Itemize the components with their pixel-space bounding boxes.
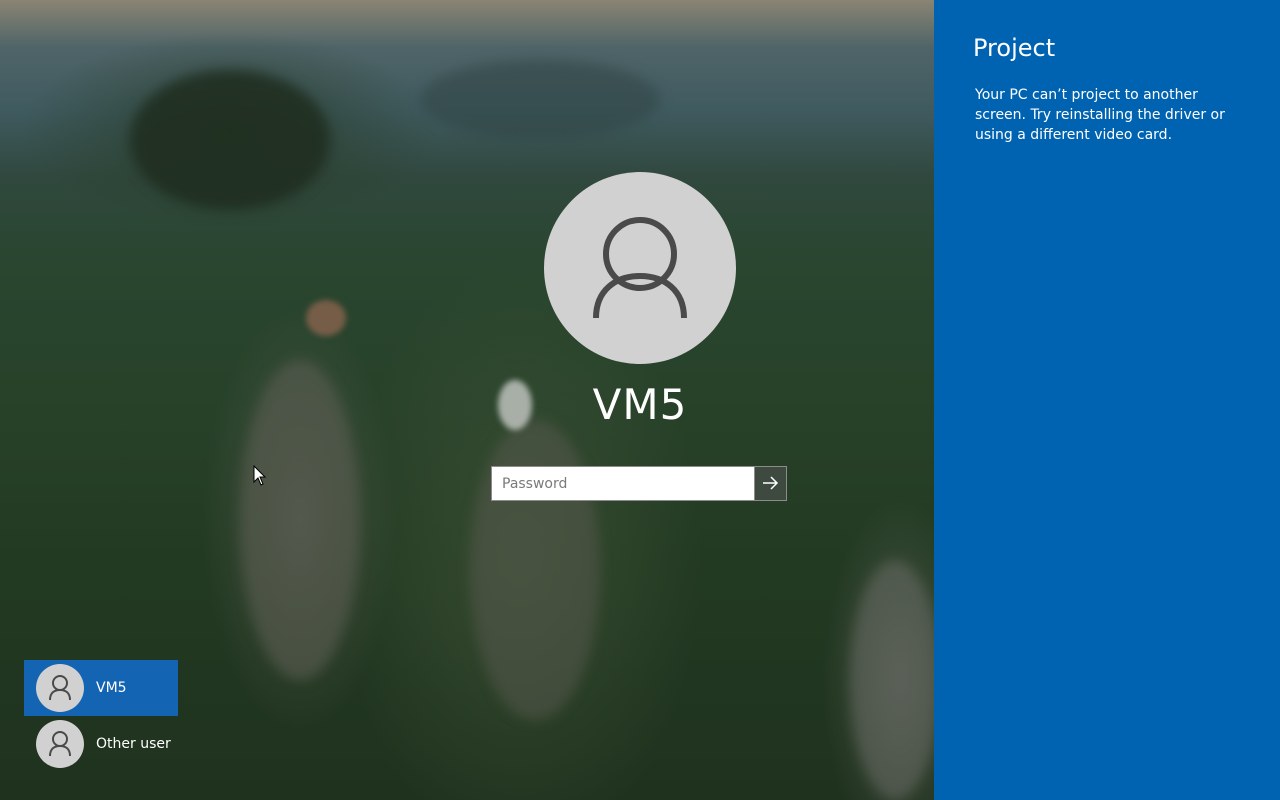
user-tile-vm5[interactable]: VM5 [24, 660, 178, 716]
password-input[interactable] [494, 469, 754, 498]
user-silhouette-icon [49, 731, 71, 757]
background-cliff [850, 560, 940, 800]
background-cliff [240, 360, 360, 680]
background-peak [130, 70, 330, 210]
username-label: VM5 [592, 380, 688, 429]
password-box [491, 466, 787, 501]
lock-screen: VM5 VM5 Other user Project Your PC can’t… [0, 0, 1280, 800]
user-avatar-small [36, 720, 84, 768]
submit-button[interactable] [754, 467, 786, 500]
user-tile-label: Other user [96, 736, 171, 752]
user-tile-label: VM5 [96, 680, 127, 696]
arrow-right-icon [763, 476, 779, 490]
user-tile-other-user[interactable]: Other user [24, 716, 178, 772]
background-peak [420, 60, 660, 140]
mouse-pointer-icon [253, 465, 267, 486]
user-silhouette-icon [593, 217, 687, 319]
user-avatar-small [36, 664, 84, 712]
background-stupa [498, 380, 532, 430]
background-cliff [470, 420, 600, 720]
user-avatar [544, 172, 736, 364]
project-panel-message: Your PC can’t project to another screen.… [975, 87, 1225, 143]
user-silhouette-icon [49, 675, 71, 701]
project-panel-title: Project [973, 34, 1056, 62]
project-panel: Project Your PC can’t project to another… [934, 0, 1280, 800]
user-list: VM5 Other user [24, 660, 178, 772]
background-temple [306, 300, 346, 336]
